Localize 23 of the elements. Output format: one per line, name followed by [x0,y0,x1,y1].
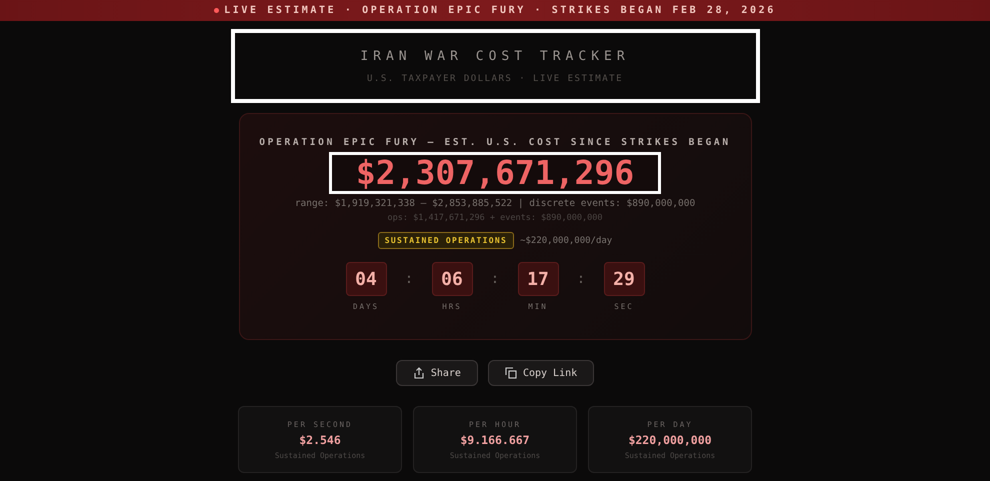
clock-value: 04 [346,262,386,296]
share-button[interactable]: Share [396,360,478,386]
stat-value: $9.166.667 [460,432,530,446]
clock-value: 29 [604,262,644,296]
page-title: IRAN WAR COST TRACKER [360,48,630,64]
total-cost: $2,307,671,296 [328,152,662,194]
banner-text: LIVE ESTIMATE · OPERATION EPIC FURY · STRIKES BEGAN FEB 28, 2026 [224,5,776,16]
stat-value: $220,000,000 [628,432,712,446]
page-subtitle: U.S. TAXPAYER DOLLARS · LIVE ESTIMATE [367,74,623,84]
copy-button[interactable]: Copy Link [488,360,594,386]
phase-tag: SUSTAINED OPERATIONS [378,232,514,249]
cost-range: range: $1,919,321,338 – $2,853,885,522 | discrete events: $890,000,000 [294,198,696,209]
clock-value: 17 [518,262,558,296]
clock-separator: : [490,270,500,289]
clock-value: 06 [432,262,472,296]
clock-separator: : [576,270,586,289]
stat-value: $2.546 [299,432,341,446]
cost-breakdown: ops: $1,417,671,296 + events: $890,000,000 [388,213,602,223]
counter-label: OPERATION EPIC FURY — EST. U.S. COST SINCE STRIKES BEGAN [259,137,731,148]
clock-separator: : [404,270,414,289]
share-icon [412,367,425,379]
daily-rate: ~$220,000,000/day [520,236,612,246]
copy-icon [504,367,517,379]
